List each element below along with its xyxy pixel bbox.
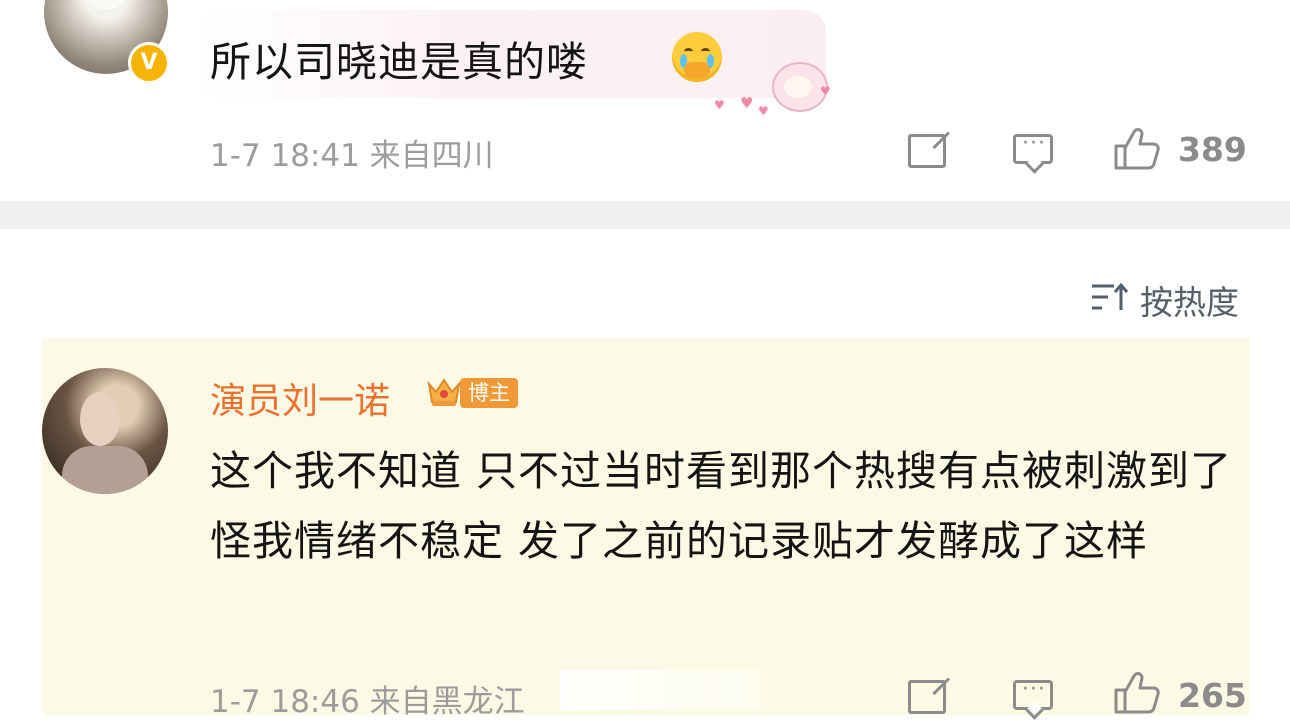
- watermark: [560, 670, 760, 710]
- like-icon[interactable]: [1112, 670, 1160, 716]
- reply-icon[interactable]: [1013, 131, 1053, 164]
- comment-meta: 1-7 18:46 来自黑龙江: [210, 684, 525, 720]
- share-icon[interactable]: [908, 134, 946, 168]
- crown-icon: [427, 378, 461, 406]
- avatar[interactable]: [42, 368, 168, 494]
- verified-badge-icon: V: [128, 42, 170, 84]
- sort-icon[interactable]: [1090, 282, 1130, 312]
- like-count: 389: [1178, 130, 1247, 169]
- like-icon[interactable]: [1112, 126, 1160, 172]
- blogger-badge: 博主: [460, 378, 518, 408]
- section-divider: [0, 201, 1290, 229]
- reply-icon[interactable]: [1013, 677, 1053, 710]
- share-icon[interactable]: [908, 680, 946, 714]
- comment-text: 所以司晓迪是真的喽: [210, 38, 588, 86]
- sort-by-hot-button[interactable]: 按热度: [1140, 276, 1239, 324]
- comment-meta: 1-7 18:41 来自四川: [210, 138, 494, 174]
- sheep-sticker-icon: ♥ ♥ ♥ ♥: [714, 54, 832, 118]
- like-count: 265: [1178, 676, 1247, 715]
- comment-text: 这个我不知道 只不过当时看到那个热搜有点被刺激到了 怪我情绪不稳定 发了之前的记…: [210, 447, 1233, 565]
- commenter-name[interactable]: 演员刘一诺: [210, 372, 390, 424]
- crying-face-emoji-icon: [672, 32, 722, 82]
